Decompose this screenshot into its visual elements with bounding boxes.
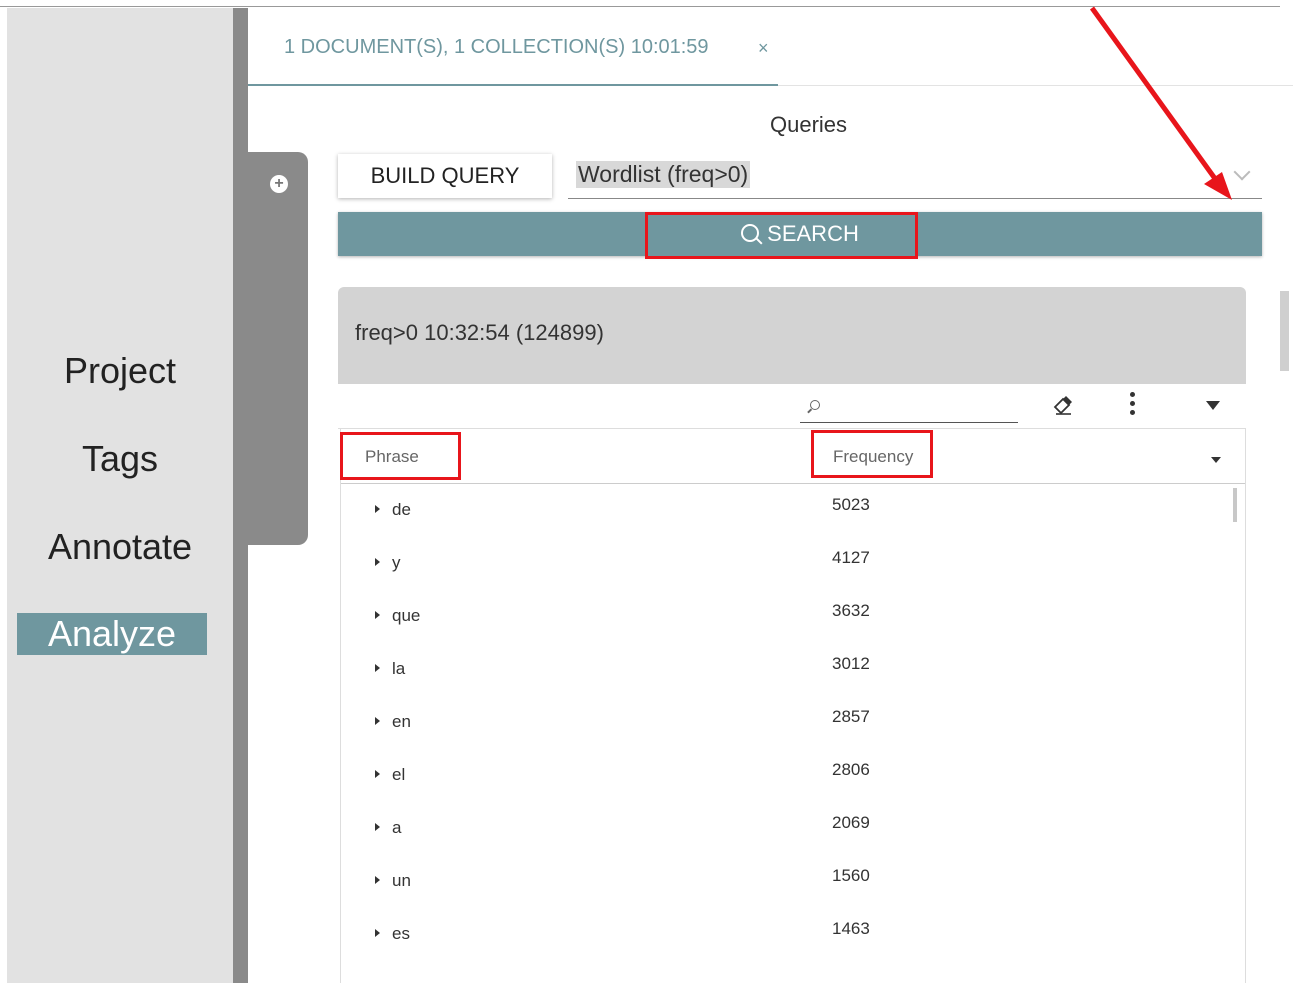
cell-frequency: 4127 [832, 548, 870, 567]
result-header[interactable]: freq>0 10:32:54 (124899) [338, 287, 1246, 384]
tab-document[interactable]: 1 DOCUMENT(S), 1 COLLECTION(S) 10:01:59 … [248, 8, 778, 86]
cell-phrase: un [392, 871, 411, 890]
chevron-down-icon[interactable] [1233, 163, 1251, 181]
filter-input[interactable] [800, 392, 1018, 423]
side-panel-strip[interactable] [248, 152, 308, 545]
table-row[interactable]: la 3012 [341, 643, 1245, 696]
nav-item-annotate[interactable]: Annotate [7, 526, 233, 568]
table-row[interactable]: de 5023 [341, 484, 1245, 537]
table-row[interactable]: el 2806 [341, 749, 1245, 802]
cropped-caption [0, 0, 1293, 8]
table-row[interactable]: a 2069 [341, 802, 1245, 855]
tab-active-indicator [248, 84, 778, 86]
nav-item-analyze[interactable]: Analyze [17, 613, 207, 655]
nav-divider [233, 8, 248, 983]
results-table: Phrase Frequency de 5023 y 4127 que 3632 la… [340, 429, 1246, 983]
result-card: freq>0 10:32:54 (124899) Phrase Frequenc… [338, 287, 1246, 983]
column-header-frequency[interactable]: Frequency [833, 447, 913, 467]
search-button-label: SEARCH [767, 221, 859, 246]
table-body: de 5023 y 4127 que 3632 la 3012 en 2857 el 280… [341, 484, 1245, 961]
more-options-icon[interactable] [1130, 392, 1136, 418]
cell-frequency: 2069 [832, 813, 870, 832]
table-header: Phrase Frequency [341, 429, 1245, 484]
tab-document-label: 1 DOCUMENT(S), 1 COLLECTION(S) 10:01:59 [284, 36, 709, 58]
cell-frequency: 3632 [832, 601, 870, 620]
search-icon [810, 400, 820, 410]
build-query-button[interactable]: BUILD QUERY [338, 154, 552, 198]
query-select-value: Wordlist (freq>0) [576, 161, 751, 188]
expand-icon[interactable] [375, 611, 380, 619]
table-row[interactable]: y 4127 [341, 537, 1245, 590]
table-row[interactable]: en 2857 [341, 696, 1245, 749]
cell-frequency: 5023 [832, 495, 870, 514]
cell-frequency: 2857 [832, 707, 870, 726]
cell-phrase: y [392, 553, 401, 572]
column-header-phrase[interactable]: Phrase [365, 447, 419, 467]
expand-icon[interactable] [375, 876, 380, 884]
cell-phrase: a [392, 818, 402, 837]
expand-icon[interactable] [375, 717, 380, 725]
cell-phrase: en [392, 712, 411, 731]
expand-icon[interactable] [375, 823, 380, 831]
tab-bar-divider [778, 85, 1293, 86]
table-row[interactable]: un 1560 [341, 855, 1245, 908]
cell-phrase: es [392, 924, 410, 943]
cell-phrase: la [392, 659, 406, 678]
cell-frequency: 1560 [832, 866, 870, 885]
cell-phrase: de [392, 500, 411, 519]
queries-title: Queries [770, 112, 848, 137]
close-icon[interactable]: × [758, 38, 769, 59]
caret-down-icon[interactable] [1211, 457, 1221, 463]
cell-phrase: que [392, 606, 421, 625]
cell-frequency: 2806 [832, 760, 870, 779]
result-toolbar [338, 384, 1246, 429]
nav-item-tags[interactable]: Tags [7, 438, 233, 480]
caret-down-icon[interactable] [1206, 401, 1220, 410]
eraser-icon[interactable] [1052, 394, 1074, 416]
expand-icon[interactable] [375, 664, 380, 672]
cell-frequency: 3012 [832, 654, 870, 673]
query-select[interactable]: Wordlist (freq>0) [568, 154, 1262, 199]
search-icon [741, 224, 760, 242]
result-title: freq>0 10:32:54 (124899) [355, 320, 604, 345]
add-icon[interactable]: + [270, 175, 288, 193]
cell-phrase: el [392, 765, 406, 784]
expand-icon[interactable] [375, 505, 380, 513]
nav-item-project[interactable]: Project [7, 350, 233, 392]
expand-icon[interactable] [375, 558, 380, 566]
page-scrollbar[interactable] [1280, 291, 1289, 371]
expand-icon[interactable] [375, 929, 380, 937]
left-nav: Project Tags Annotate Analyze [7, 8, 233, 983]
search-button[interactable]: SEARCH [338, 212, 1262, 256]
divider [0, 6, 1280, 7]
cell-frequency: 1463 [832, 919, 870, 938]
table-row[interactable]: que 3632 [341, 590, 1245, 643]
table-row[interactable]: es 1463 [341, 908, 1245, 961]
expand-icon[interactable] [375, 770, 380, 778]
